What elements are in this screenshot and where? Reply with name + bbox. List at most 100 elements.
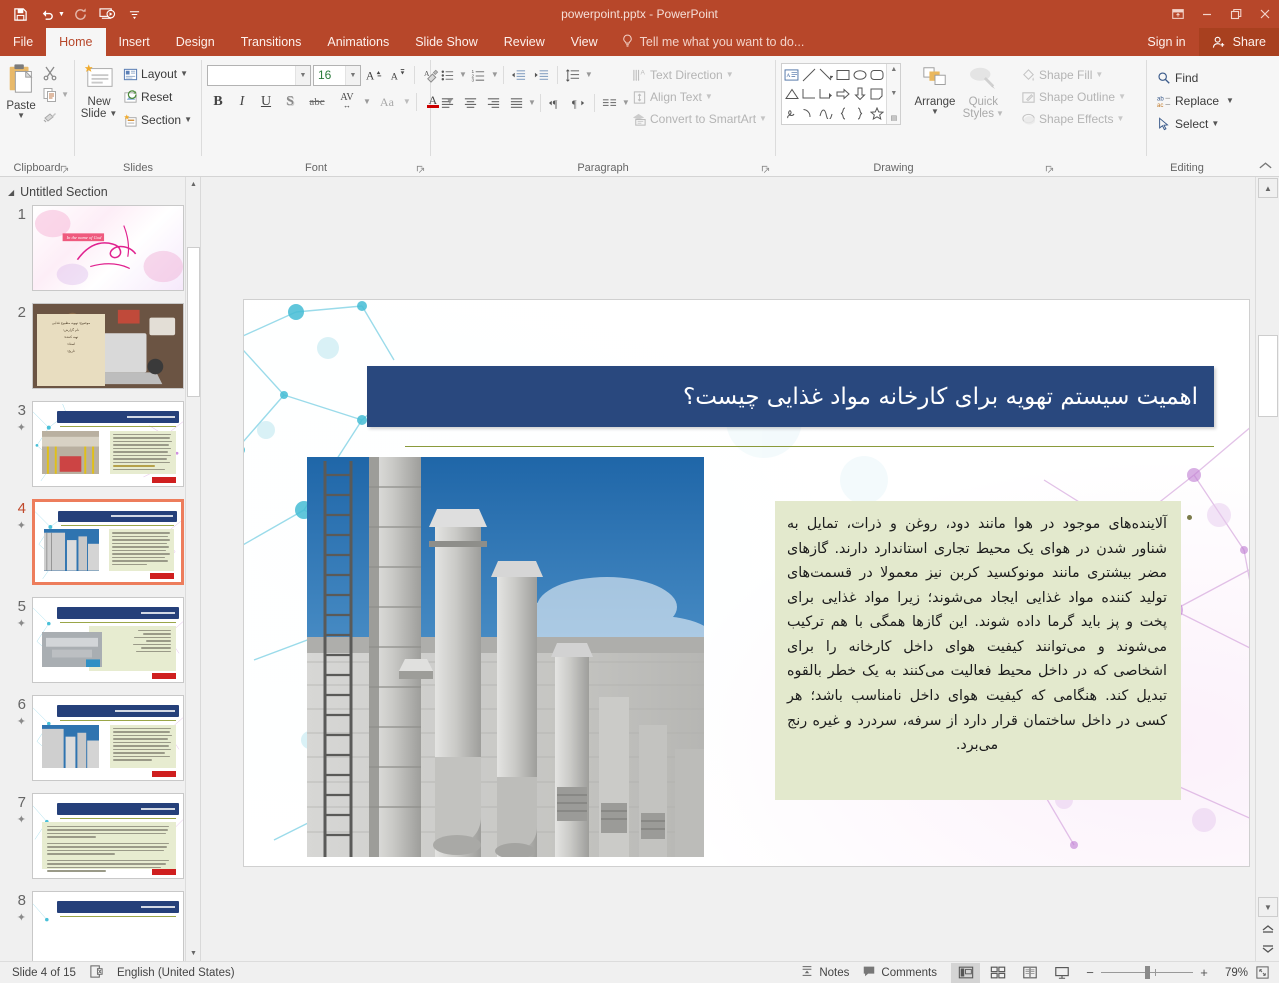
tab-review[interactable]: Review bbox=[491, 28, 558, 56]
drawing-dialog-launcher[interactable] bbox=[1045, 165, 1055, 175]
font-name-dropdown-icon[interactable]: ▼ bbox=[295, 66, 310, 85]
paste-dropdown-icon[interactable]: ▼ bbox=[17, 112, 25, 120]
arrange-dropdown-icon[interactable]: ▼ bbox=[931, 108, 939, 116]
replace-button[interactable]: abac Replace ▼ bbox=[1152, 90, 1238, 112]
font-size-dropdown-icon[interactable]: ▼ bbox=[345, 66, 360, 85]
align-left-icon[interactable] bbox=[436, 92, 458, 114]
bullets-icon[interactable] bbox=[436, 64, 458, 86]
text-direction-dropdown-icon[interactable]: ▼ bbox=[726, 71, 734, 79]
shape-outline-button[interactable]: Shape Outline ▼ bbox=[1016, 86, 1130, 108]
justify-icon[interactable] bbox=[505, 92, 527, 114]
scroll-thumb[interactable] bbox=[1258, 335, 1278, 417]
thumbnail-slide-4[interactable]: 4 ✦ bbox=[0, 499, 200, 597]
tab-animations[interactable]: Animations bbox=[314, 28, 402, 56]
shrink-font-icon[interactable]: A bbox=[387, 64, 409, 86]
thumbnail-slide-3[interactable]: 3 ✦ bbox=[0, 401, 200, 499]
next-slide-icon[interactable] bbox=[1258, 939, 1278, 959]
ltr-text-direction-icon[interactable]: ¶ bbox=[545, 92, 567, 114]
line-spacing-dropdown-icon[interactable]: ▼ bbox=[585, 71, 593, 79]
shape-arrow-icon[interactable] bbox=[817, 65, 834, 84]
save-icon[interactable] bbox=[7, 2, 33, 26]
font-dialog-launcher[interactable] bbox=[416, 165, 426, 175]
collapse-ribbon-button[interactable] bbox=[1258, 161, 1273, 174]
convert-smartart-button[interactable]: Convert to SmartArt ▼ bbox=[627, 108, 771, 130]
shape-effects-dropdown-icon[interactable]: ▼ bbox=[1117, 115, 1125, 123]
section-collapse-icon[interactable]: ◢ bbox=[8, 188, 14, 197]
gallery-scroll-up-icon[interactable]: ▲ bbox=[890, 66, 897, 73]
thumbnail-slide-8[interactable]: 8 ✦ bbox=[0, 891, 200, 961]
bold-button[interactable]: B bbox=[207, 91, 229, 113]
paste-button[interactable]: Paste ▼ bbox=[5, 61, 37, 120]
zoom-slider[interactable]: − + bbox=[1079, 965, 1215, 980]
shape-star-icon[interactable] bbox=[868, 104, 885, 123]
thumbnails-scrollbar[interactable]: ▲ ▼ bbox=[185, 177, 200, 961]
shape-rectangle-icon[interactable] bbox=[834, 65, 851, 84]
zoom-level[interactable]: 79% bbox=[1218, 967, 1248, 979]
change-case-dropdown-icon[interactable]: ▼ bbox=[403, 98, 411, 106]
thumbnail-slide-2[interactable]: 2 bbox=[0, 303, 200, 401]
tab-design[interactable]: Design bbox=[163, 28, 228, 56]
slide-body-textbox[interactable]: آلاینده‌های موجود در هوا مانند دود، روغن… bbox=[775, 501, 1181, 800]
shape-elbow-arrow-icon[interactable] bbox=[817, 84, 834, 103]
reading-view-icon[interactable] bbox=[1015, 963, 1044, 983]
thumbnail-slide-1[interactable]: 1 In the name bbox=[0, 205, 200, 303]
thumbnail-slide-6[interactable]: 6 ✦ bbox=[0, 695, 200, 793]
copy-icon[interactable] bbox=[39, 85, 61, 105]
align-text-dropdown-icon[interactable]: ▼ bbox=[705, 93, 713, 101]
previous-slide-icon[interactable] bbox=[1258, 918, 1278, 938]
cut-icon[interactable] bbox=[39, 63, 61, 83]
tab-transitions[interactable]: Transitions bbox=[228, 28, 315, 56]
restore-icon[interactable] bbox=[1221, 0, 1250, 28]
tab-file[interactable]: File bbox=[0, 28, 46, 56]
fit-slide-icon[interactable] bbox=[1251, 963, 1273, 983]
gallery-scroll-down-icon[interactable]: ▼ bbox=[890, 90, 897, 97]
thumbnails-scroll-up-icon[interactable]: ▲ bbox=[186, 177, 201, 192]
shape-elbow-connector-icon[interactable] bbox=[800, 84, 817, 103]
tab-home[interactable]: Home bbox=[46, 28, 105, 56]
gallery-expand-icon[interactable]: ▤ bbox=[891, 114, 898, 122]
shape-line-icon[interactable] bbox=[800, 65, 817, 84]
close-icon[interactable] bbox=[1250, 0, 1279, 28]
rtl-text-direction-icon[interactable]: ¶ bbox=[568, 92, 590, 114]
select-dropdown-icon[interactable]: ▼ bbox=[1211, 120, 1219, 128]
notes-button[interactable]: Notes bbox=[800, 964, 849, 981]
comments-button[interactable]: Comments bbox=[862, 964, 937, 981]
shape-right-arrow-icon[interactable] bbox=[834, 84, 851, 103]
font-name-combo[interactable]: ▼ bbox=[207, 65, 311, 86]
shape-outline-dropdown-icon[interactable]: ▼ bbox=[1118, 93, 1126, 101]
align-right-icon[interactable] bbox=[482, 92, 504, 114]
shape-rounded-rect-icon[interactable] bbox=[868, 65, 885, 84]
shape-oval-icon[interactable] bbox=[851, 65, 868, 84]
ribbon-display-options-icon[interactable] bbox=[1163, 0, 1192, 28]
quick-styles-button[interactable]: Quick Styles ▼ bbox=[961, 63, 1006, 120]
layout-dropdown-icon[interactable]: ▼ bbox=[180, 70, 188, 78]
accessibility-checker-icon[interactable] bbox=[89, 964, 104, 982]
copy-dropdown-icon[interactable]: ▼ bbox=[61, 91, 69, 99]
clipboard-dialog-launcher[interactable] bbox=[60, 165, 70, 175]
font-size-combo[interactable]: 16 ▼ bbox=[313, 65, 361, 86]
bullets-dropdown-icon[interactable]: ▼ bbox=[459, 71, 467, 79]
character-spacing-dropdown-icon[interactable]: ▼ bbox=[363, 98, 371, 106]
normal-view-icon[interactable] bbox=[951, 963, 980, 983]
format-painter-icon[interactable] bbox=[39, 107, 61, 127]
change-case-button[interactable]: Aa bbox=[373, 91, 401, 113]
replace-dropdown-icon[interactable]: ▼ bbox=[1226, 97, 1234, 105]
grow-font-icon[interactable]: A bbox=[363, 64, 385, 86]
zoom-out-button[interactable]: − bbox=[1085, 965, 1095, 980]
thumbnails-scroll-down-icon[interactable]: ▼ bbox=[186, 946, 201, 961]
slideshow-view-icon[interactable] bbox=[1047, 963, 1076, 983]
slide-vertical-scrollbar[interactable]: ▲ ▼ bbox=[1255, 177, 1279, 961]
shape-scribble-icon[interactable] bbox=[783, 104, 800, 123]
numbering-icon[interactable]: 123 bbox=[468, 64, 490, 86]
section-header[interactable]: ◢ Untitled Section bbox=[0, 177, 200, 205]
zoom-track[interactable] bbox=[1101, 967, 1193, 979]
tab-view[interactable]: View bbox=[558, 28, 611, 56]
redo-icon[interactable] bbox=[68, 2, 94, 26]
shape-folded-corner-icon[interactable] bbox=[868, 84, 885, 103]
convert-smartart-dropdown-icon[interactable]: ▼ bbox=[759, 115, 767, 123]
minimize-icon[interactable] bbox=[1192, 0, 1221, 28]
text-shadow-button[interactable]: S bbox=[279, 91, 301, 113]
shape-fill-button[interactable]: Shape Fill ▼ bbox=[1016, 64, 1130, 86]
shape-curve-icon[interactable] bbox=[817, 104, 834, 123]
slide-editing-surface[interactable]: اهمیت سیستم تهویه برای کارخانه مواد غذای… bbox=[244, 300, 1249, 866]
